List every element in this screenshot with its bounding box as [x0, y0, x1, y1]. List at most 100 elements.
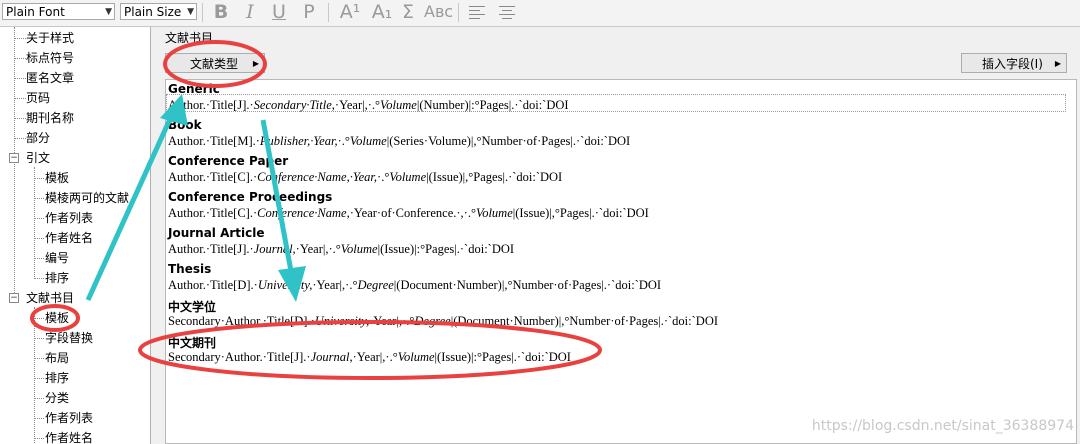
tree-item-numbering[interactable]: 编号: [45, 249, 69, 267]
formatting-toolbar: Plain Font ▼ Plain Size ▼ B I U P A¹ A₁ …: [0, 0, 1080, 27]
template-text: Secondary·Author.·Title[D].·: [168, 314, 315, 328]
tree-item-ambiguous-citations[interactable]: 模棱两可的文献: [45, 189, 129, 207]
tree-item-layout[interactable]: 布局: [45, 349, 69, 367]
panel-title: 文献书目: [165, 31, 214, 45]
template-text: ·Year|,·.°: [334, 98, 381, 112]
tree-item-punctuation[interactable]: 标点符号: [26, 49, 74, 67]
template-text: |(Document·Number)|,°Number·of·Pages|.·`…: [393, 278, 662, 292]
template-text: ·.°: [337, 134, 350, 148]
reference-template-line[interactable]: Author.·Title[J].·Journal,·Year|,·.°Volu…: [168, 242, 514, 257]
insert-field-button[interactable]: 插入字段(I) ▶: [961, 53, 1067, 73]
template-text: ·.°: [377, 170, 390, 184]
tree-item-citation-templates[interactable]: 模板: [45, 169, 69, 187]
tree-item-anonymous-works[interactable]: 匿名文章: [26, 69, 74, 87]
template-field-italic: Conference·Name,·Year,: [257, 170, 378, 184]
template-text: |(Issue)|:°Pages|.·`doi:`DOI: [377, 242, 515, 256]
template-field-italic: Journal,: [253, 242, 296, 256]
template-text: |(Number)|:°Pages|.·`doi:`DOI: [416, 98, 569, 112]
reference-template-line[interactable]: Author.·Title[C].·Conference·Name,·Year·…: [168, 206, 649, 221]
reference-template-line[interactable]: Author.·Title[C].·Conference·Name,·Year,…: [168, 170, 562, 185]
tree-item-citation-author-name[interactable]: 作者姓名: [45, 229, 93, 247]
tree-item-bibliography-templates[interactable]: 模板: [45, 309, 69, 327]
template-field-italic: Conference·Name,: [257, 206, 350, 220]
collapse-icon[interactable]: −: [9, 153, 19, 163]
tree-item-bibliography-sort[interactable]: 排序: [45, 369, 69, 387]
smallcaps-button[interactable]: Aʙᴄ: [424, 1, 453, 23]
bibliography-template-panel: 文献书目 文献类型 ▶ 插入字段(I) ▶ Generic Author.·Tit…: [151, 27, 1080, 444]
collapse-icon[interactable]: −: [9, 293, 19, 303]
plain-button[interactable]: P: [298, 1, 320, 23]
template-text: Author.·Title[D].·: [168, 278, 258, 292]
template-text: |(Issue)|,°Pages|.·`doi:`DOI: [426, 170, 563, 184]
template-field-italic: Volume: [475, 206, 513, 220]
chevron-right-icon: ▶: [252, 59, 259, 68]
template-text: Author.·Title[M].·: [168, 134, 260, 148]
reference-type-name: 中文学位: [168, 300, 217, 314]
insert-field-button-label: 插入字段(I): [982, 57, 1043, 71]
tree-connector: [34, 307, 35, 444]
align-left-icon[interactable]: [468, 4, 486, 20]
template-field-italic: Volume: [340, 242, 378, 256]
template-field-italic: Secondary·Title,: [253, 98, 335, 112]
toolbar-separator: [458, 3, 459, 22]
underline-button[interactable]: U: [268, 1, 290, 23]
template-text: ·Year|,·.°: [312, 278, 358, 292]
tree-item-citation-sort[interactable]: 排序: [45, 269, 69, 287]
reference-type-name: Conference Proceedings: [168, 190, 333, 204]
tree-item-sections[interactable]: 部分: [26, 129, 50, 147]
size-select[interactable]: Plain Size ▼: [120, 3, 197, 20]
template-field-italic: Volume: [389, 170, 427, 184]
tree-item-field-substitutions[interactable]: 字段替换: [45, 329, 93, 347]
template-text: |(Issue)|:°Pages|.·`doi:`DOI: [434, 350, 571, 364]
superscript-button[interactable]: A¹: [336, 1, 364, 23]
tree-item-citation-author-lists[interactable]: 作者列表: [45, 209, 93, 227]
template-text: Author.·Title[C].·: [168, 206, 258, 220]
subscript-button[interactable]: A₁: [368, 1, 396, 23]
watermark: https://blog.csdn.net/sinat_36388974: [811, 418, 1074, 434]
template-field-italic: Degree: [357, 278, 394, 292]
template-text: Author.·Title[C].·: [168, 170, 258, 184]
chevron-right-icon: ▶: [1054, 59, 1061, 68]
reference-template-line[interactable]: Author.·Title[J].·Secondary·Title,·Year|…: [168, 98, 569, 113]
tree-item-citations[interactable]: 引文: [26, 149, 50, 167]
template-text: |(Issue)|,°Pages|.·`doi:`DOI: [512, 206, 649, 220]
reference-type-button[interactable]: 文献类型 ▶: [165, 53, 265, 73]
reference-template-line[interactable]: Author.·Title[M].·Publisher,·Year,·.°Vol…: [168, 134, 630, 149]
template-field-italic: University,: [257, 278, 313, 292]
template-text: ·Year|,·.°: [295, 242, 341, 256]
template-field-italic: Journal,: [310, 350, 353, 364]
template-text: Secondary·Author.·Title[J].·: [168, 350, 311, 364]
toolbar-separator: [202, 3, 203, 22]
tree-item-bibliography-author-name[interactable]: 作者姓名: [45, 429, 93, 444]
size-select-value: Plain Size: [124, 5, 182, 19]
template-field-italic: University,: [314, 314, 370, 328]
font-select-value: Plain Font: [6, 5, 65, 19]
template-field-italic: Publisher,·Year,: [259, 134, 338, 148]
template-text: Author.·Title[J].·: [168, 98, 254, 112]
template-text: ·Year|,·.°: [352, 350, 398, 364]
reference-type-name: Journal Article: [168, 226, 265, 240]
tree-item-bibliography-author-lists[interactable]: 作者列表: [45, 409, 93, 427]
align-center-icon[interactable]: [498, 4, 516, 20]
template-text: |(Series·Volume)|,°Number·of·Pages|.·`do…: [386, 134, 631, 148]
italic-button[interactable]: I: [240, 1, 260, 23]
tree-item-bibliography[interactable]: 文献书目: [26, 289, 74, 307]
tree-item-journal-names[interactable]: 期刊名称: [26, 109, 74, 127]
tree-connector: [34, 167, 35, 279]
chevron-down-icon: ▼: [105, 7, 112, 17]
tree-item-about-style[interactable]: 关于样式: [26, 29, 74, 47]
style-tree: 关于样式 标点符号 匿名文章 页码 期刊名称 部分 − 引文 模板 模棱两可的文…: [0, 27, 151, 444]
template-editor[interactable]: Generic Author.·Title[J].·Secondary·Title…: [165, 79, 1077, 444]
bold-button[interactable]: B: [210, 1, 232, 23]
reference-template-line[interactable]: Author.·Title[D].·University,·Year|,·.°D…: [168, 278, 661, 293]
tree-item-page-numbers[interactable]: 页码: [26, 89, 50, 107]
reference-template-line[interactable]: Secondary·Author.·Title[D].·University,·…: [168, 314, 718, 329]
symbol-button[interactable]: Σ: [398, 1, 418, 23]
chevron-down-icon: ▼: [187, 7, 194, 17]
tree-item-categories[interactable]: 分类: [45, 389, 69, 407]
reference-template-line[interactable]: Secondary·Author.·Title[J].·Journal,·Yea…: [168, 350, 571, 365]
template-text: |(Document·Number)|,°Number·of·Pages|.·`…: [450, 314, 719, 328]
font-select[interactable]: Plain Font ▼: [2, 3, 115, 20]
template-text: ·Year|,·.°: [369, 314, 415, 328]
template-text: Author.·Title[J].·: [168, 242, 254, 256]
